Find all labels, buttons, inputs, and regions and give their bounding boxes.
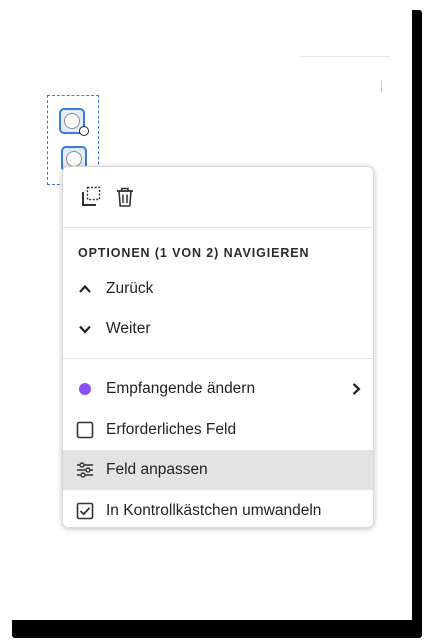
menu-item-back[interactable]: Zurück bbox=[63, 269, 373, 309]
menu-divider bbox=[63, 358, 373, 359]
menu-item-adjust-field[interactable]: Feld anpassen bbox=[63, 450, 373, 490]
checkbox-unchecked-icon[interactable] bbox=[76, 421, 94, 439]
trash-icon[interactable] bbox=[113, 185, 137, 209]
menu-item-label: In Kontrollkästchen umwandeln bbox=[106, 502, 322, 519]
chevron-down-icon bbox=[76, 320, 94, 338]
duplicate-field-icon[interactable] bbox=[79, 185, 103, 209]
menu-item-label: Zurück bbox=[106, 280, 154, 297]
field-context-menu: OPTIONEN (1 VON 2) NAVIGIEREN Zurück Wei… bbox=[62, 166, 374, 528]
section-heading: OPTIONEN (1 VON 2) NAVIGIEREN bbox=[78, 246, 310, 260]
menu-item-convert-to-checkbox[interactable]: In Kontrollkästchen umwandeln bbox=[63, 491, 373, 531]
recipient-dot-icon bbox=[76, 380, 94, 398]
menu-item-required-field[interactable]: Erforderliches Feld bbox=[63, 410, 373, 450]
sliders-icon bbox=[76, 461, 94, 479]
chevron-up-icon bbox=[76, 280, 94, 298]
checkbox-checked-icon bbox=[76, 502, 94, 520]
page-edge-mark bbox=[381, 80, 382, 92]
menu-item-label: Empfangende ändern bbox=[106, 380, 256, 397]
page-edge-line bbox=[300, 56, 390, 57]
menu-item-change-recipient[interactable]: Empfangende ändern bbox=[63, 369, 373, 409]
resize-handle[interactable] bbox=[79, 126, 89, 136]
chevron-right-icon bbox=[349, 382, 363, 396]
menu-toolbar bbox=[63, 167, 373, 227]
menu-divider bbox=[63, 488, 373, 489]
document-page: OPTIONEN (1 VON 2) NAVIGIEREN Zurück Wei… bbox=[0, 0, 412, 620]
menu-divider bbox=[63, 227, 373, 228]
menu-item-label: Feld anpassen bbox=[106, 461, 208, 478]
menu-item-label: Weiter bbox=[106, 320, 151, 337]
menu-item-next[interactable]: Weiter bbox=[63, 309, 373, 349]
menu-item-label: Erforderliches Feld bbox=[106, 421, 237, 438]
